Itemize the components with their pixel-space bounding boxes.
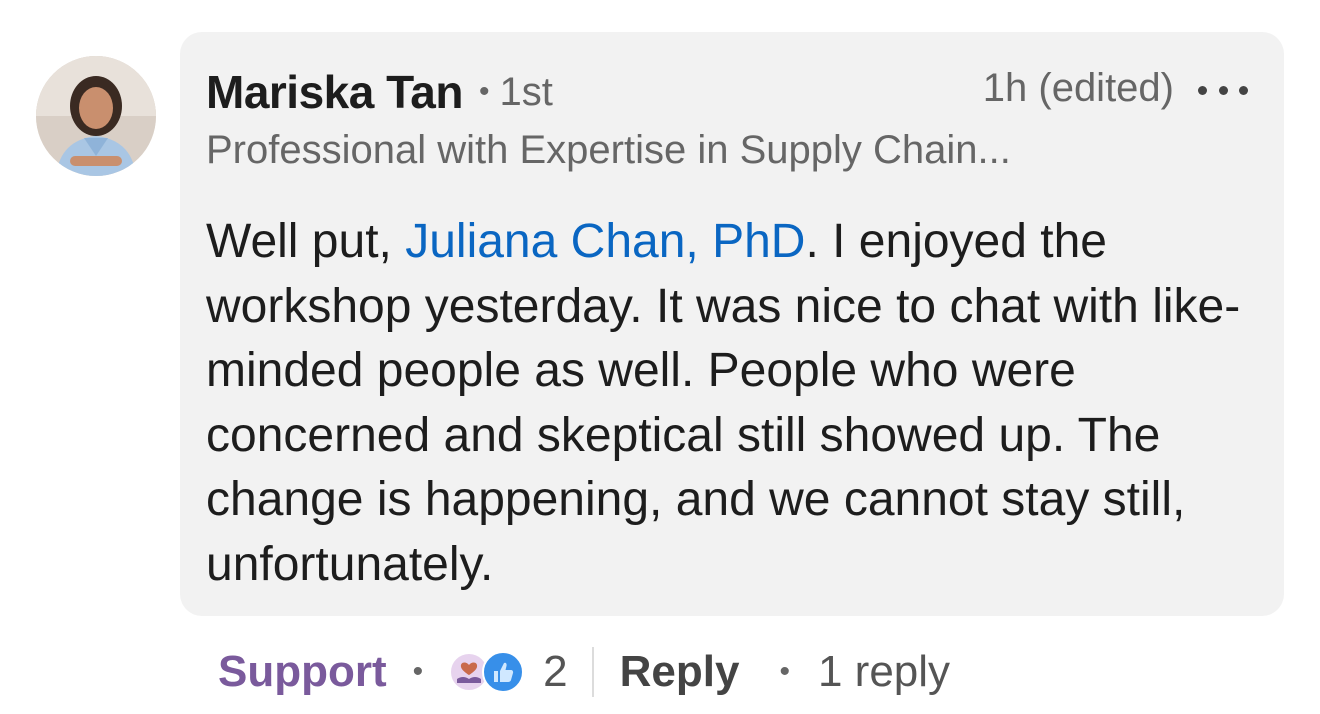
connection-degree: 1st bbox=[499, 69, 553, 114]
profile-photo bbox=[36, 56, 156, 176]
comment-actions: Support • 2 Reply • 1 reply bbox=[218, 640, 950, 704]
support-button[interactable]: Support bbox=[218, 647, 387, 697]
comment-timestamp: 1h (edited) bbox=[982, 66, 1174, 110]
ellipsis-icon[interactable] bbox=[1198, 78, 1248, 102]
comment-text-prefix: Well put, bbox=[206, 215, 406, 268]
like-reaction-icon bbox=[482, 651, 525, 693]
divider bbox=[591, 647, 594, 697]
comment-text: Well put, Juliana Chan, PhD. I enjoyed t… bbox=[206, 210, 1246, 597]
separator-dot: • bbox=[412, 655, 424, 688]
reactions-summary[interactable] bbox=[449, 650, 527, 694]
comment-text-suffix: . I enjoyed the workshop yesterday. It w… bbox=[206, 215, 1241, 591]
ellipsis-dot bbox=[1239, 85, 1248, 95]
separator-dot: • bbox=[779, 655, 790, 688]
author-name[interactable]: Mariska Tan bbox=[206, 65, 463, 119]
avatar[interactable] bbox=[36, 56, 156, 176]
reaction-count[interactable]: 2 bbox=[543, 647, 567, 697]
reply-count-link[interactable]: 1 reply bbox=[818, 647, 950, 697]
ellipsis-dot bbox=[1218, 85, 1228, 95]
comment-bubble: Mariska Tan • 1st 1h (edited) Profession… bbox=[180, 32, 1284, 616]
author-headline[interactable]: Professional with Expertise in Supply Ch… bbox=[206, 128, 1206, 173]
author-row: Mariska Tan • 1st bbox=[206, 62, 553, 122]
ellipsis-dot bbox=[1198, 85, 1207, 95]
separator-dot: • bbox=[478, 75, 490, 108]
reply-button[interactable]: Reply bbox=[620, 647, 740, 697]
mention-link[interactable]: Juliana Chan, PhD bbox=[405, 215, 805, 268]
